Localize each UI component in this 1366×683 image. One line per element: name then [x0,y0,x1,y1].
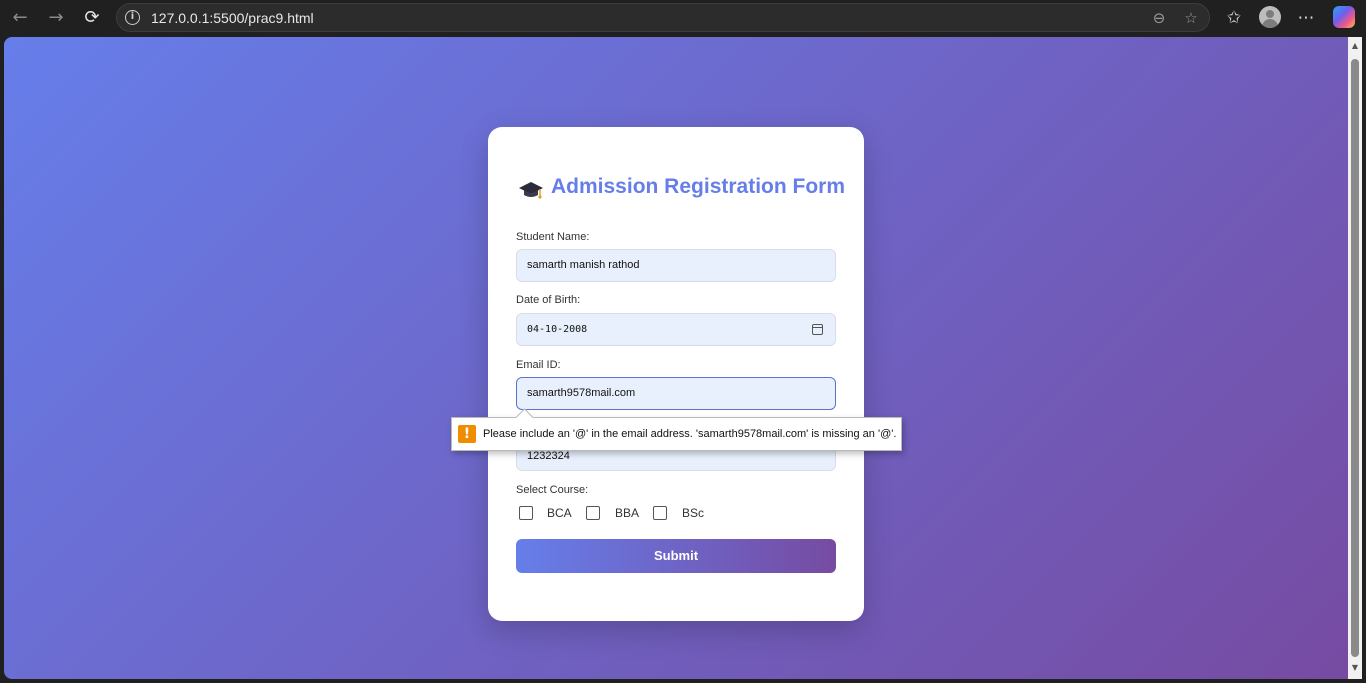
forward-icon[interactable]: → [44,6,68,30]
registration-card: Admission Registration Form Student Name… [488,127,864,621]
favorite-star-icon[interactable]: ☆ [1180,7,1202,29]
course-label: Select Course: [516,484,589,496]
reload-icon[interactable]: ⟳ [80,6,104,30]
dob-value: 04-10-2008 [527,324,588,335]
zoom-icon[interactable]: ⊖ [1148,7,1170,29]
back-icon[interactable]: ← [8,6,32,30]
dob-label: Date of Birth: [516,294,581,306]
course-checkbox-bca[interactable] [519,506,533,520]
browser-toolbar: ← → ⟳ i 127.0.0.1:5500/prac9.html ⊖ ☆ ✩ … [0,0,1366,36]
more-menu-icon[interactable]: ⋯ [1294,6,1318,30]
page-scrollbar[interactable]: ▲ ▼ [1348,37,1362,679]
address-bar[interactable]: i 127.0.0.1:5500/prac9.html ⊖ ☆ [116,3,1210,32]
scroll-down-icon[interactable]: ▼ [1350,663,1360,673]
validation-message: Please include an '@' in the email addre… [483,428,897,440]
email-label: Email ID: [516,359,561,371]
url-text[interactable]: 127.0.0.1:5500/prac9.html [151,10,314,26]
scroll-up-icon[interactable]: ▲ [1350,41,1360,51]
calendar-icon[interactable] [812,324,823,335]
form-title: Admission Registration Form [551,175,846,198]
course-label-bsc: BSc [682,506,705,520]
site-info-icon[interactable]: i [125,10,140,25]
submit-button[interactable]: Submit [516,539,836,573]
scroll-thumb[interactable] [1351,59,1359,657]
student-name-input[interactable]: samarth manish rathod [516,249,836,282]
copilot-icon[interactable] [1333,6,1355,28]
graduation-cap-icon [519,182,543,199]
course-label-bca: BCA [547,506,572,520]
course-checkbox-bba[interactable] [586,506,600,520]
student-name-label: Student Name: [516,231,590,243]
page-viewport: Admission Registration Form Student Name… [4,37,1348,679]
dob-input[interactable]: 04-10-2008 [516,313,836,346]
email-input[interactable]: samarth9578mail.com [516,377,836,410]
course-checkbox-bsc[interactable] [653,506,667,520]
course-label-bba: BBA [615,506,640,520]
profile-avatar[interactable] [1259,6,1281,28]
warning-icon: ! [458,425,476,443]
validation-tooltip: ! Please include an '@' in the email add… [451,417,902,451]
favorites-icon[interactable]: ✩ [1222,6,1246,30]
